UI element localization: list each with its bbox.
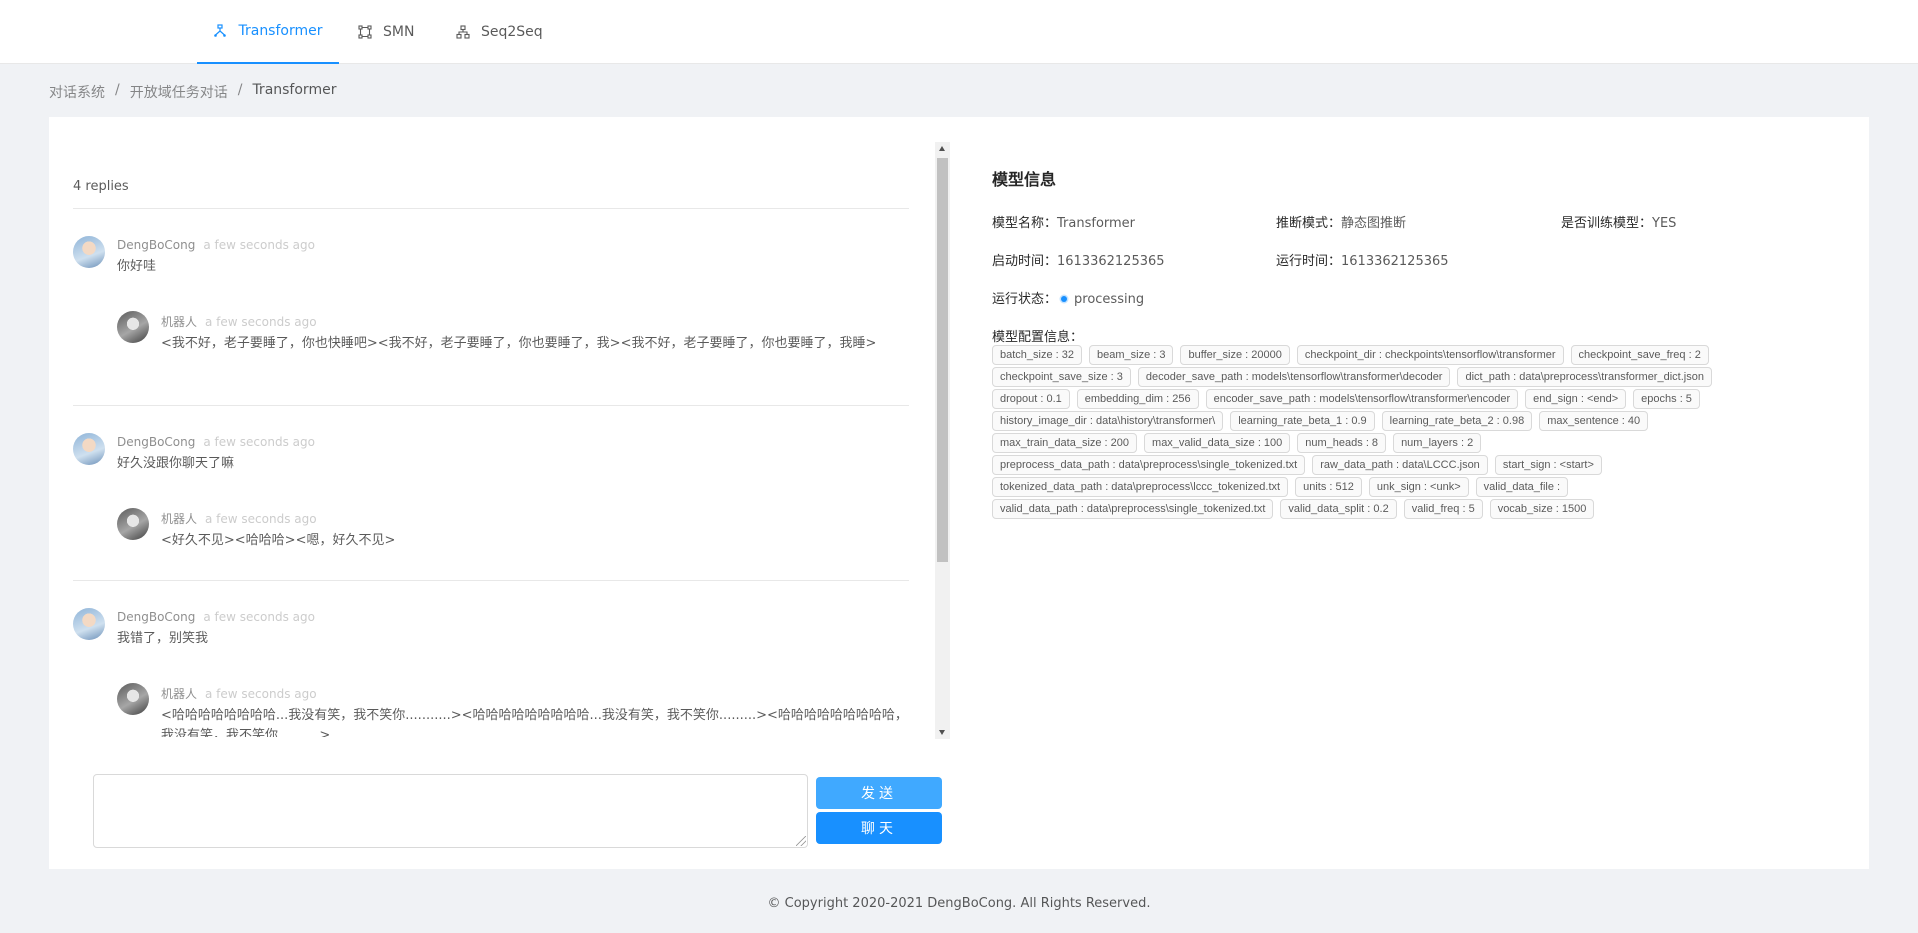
run-time: 运行时间：1613362125365 — [1276, 254, 1449, 269]
breadcrumb-current: Transformer — [252, 82, 337, 98]
comment-text: 我错了，别笑我 — [117, 631, 209, 646]
config-tag: max_valid_data_size : 100 — [1144, 433, 1291, 453]
config-tag: preprocess_data_path : data\preprocess\s… — [992, 455, 1306, 475]
chat-scrollbar[interactable] — [935, 142, 950, 739]
breadcrumb-item[interactable]: 开放域任务对话 — [130, 82, 228, 102]
chat-history[interactable]: 4 replies DengBoCong a few seconds ago 你好… — [73, 141, 917, 737]
config-tag: valid_data_split : 0.2 — [1280, 499, 1397, 519]
comment-time: a few seconds ago — [203, 238, 315, 252]
config-tag: tokenized_data_path : data\preprocess\lc… — [992, 477, 1289, 497]
config-tag: start_sign : <start> — [1494, 455, 1602, 475]
config-tag: dict_path : data\preprocess\transformer_… — [1457, 367, 1712, 387]
config-tag: units : 512 — [1295, 477, 1362, 497]
bot-avatar — [117, 508, 149, 540]
model-name: 模型名称：Transformer — [992, 216, 1136, 231]
infer-mode: 推断模式：静态图推断 — [1276, 216, 1407, 231]
status-dot-icon — [1061, 296, 1068, 302]
config-tag: dropout : 0.1 — [992, 389, 1070, 409]
config-tag: end_sign : <end> — [1525, 389, 1627, 409]
reply-time: a few seconds ago — [205, 315, 317, 329]
apartment-icon — [214, 24, 227, 37]
comment-text: 好久没跟你聊天了嘛 — [117, 456, 235, 471]
config-tag: checkpoint_dir : checkpoints\tensorflow\… — [1296, 345, 1564, 365]
config-tag: vocab_size : 1500 — [1489, 499, 1595, 519]
top-nav: Transformer SMN Seq2Seq — [0, 0, 1918, 64]
replies-count: 4 replies — [73, 179, 129, 194]
config-tag: num_layers : 2 — [1393, 433, 1482, 453]
avatar — [73, 236, 105, 268]
is-trained: 是否训练模型：YES — [1561, 216, 1677, 231]
config-tag: learning_rate_beta_1 : 0.9 — [1230, 411, 1375, 431]
scroll-down-arrow-icon[interactable] — [939, 730, 945, 735]
config-tag: num_heads : 8 — [1297, 433, 1387, 453]
scroll-up-arrow-icon[interactable] — [939, 146, 945, 151]
tab-label: SMN — [383, 24, 415, 40]
config-tag: encoder_save_path : models\tensorflow\tr… — [1205, 389, 1519, 409]
chat-input[interactable] — [93, 774, 808, 848]
config-tag: valid_freq : 5 — [1403, 499, 1483, 519]
config-tag: decoder_save_path : models\tensorflow\tr… — [1137, 367, 1451, 387]
config-tags: batch_size : 32 beam_size : 3 buffer_size … — [992, 345, 1792, 521]
comment-time: a few seconds ago — [203, 435, 315, 449]
config-tag: checkpoint_save_size : 3 — [992, 367, 1131, 387]
comment-author: DengBoCong a few seconds ago — [117, 238, 315, 252]
chat-button[interactable]: 聊天 — [816, 812, 942, 844]
model-info-title: 模型信息 — [992, 170, 1057, 189]
config-tag: raw_data_path : data\LCCC.json — [1312, 455, 1488, 475]
reply-time: a few seconds ago — [205, 512, 317, 526]
reply-time: a few seconds ago — [205, 687, 317, 701]
config-tag: embedding_dim : 256 — [1076, 389, 1199, 409]
status-badge: processing — [1074, 292, 1145, 307]
reply-author: 机器人 a few seconds ago — [161, 315, 317, 329]
config-tag: buffer_size : 20000 — [1180, 345, 1290, 365]
config-tag: max_sentence : 40 — [1539, 411, 1649, 431]
footer-copyright: © Copyright 2020-2021 DengBoCong. All Ri… — [767, 896, 1151, 911]
reply-author: 机器人 a few seconds ago — [161, 512, 317, 526]
breadcrumb-item[interactable]: 对话系统 — [49, 82, 105, 102]
tab-label: Transformer — [238, 23, 323, 39]
config-tag: checkpoint_save_freq : 2 — [1570, 345, 1709, 365]
breadcrumb: 对话系统 / 开放域任务对话 / Transformer — [49, 82, 337, 102]
config-tag: batch_size : 32 — [992, 345, 1082, 365]
tab-smn[interactable]: SMN — [358, 0, 414, 64]
tab-transformer[interactable]: Transformer — [197, 0, 339, 64]
cluster-icon — [456, 25, 470, 39]
config-tag: unk_sign : <unk> — [1368, 477, 1469, 497]
run-status: 运行状态： processing — [992, 292, 1145, 307]
tab-label: Seq2Seq — [481, 24, 543, 40]
comment-time: a few seconds ago — [203, 610, 315, 624]
start-time: 启动时间：1613362125365 — [992, 254, 1165, 269]
config-tag: valid_data_file : — [1475, 477, 1569, 497]
config-tag: epochs : 5 — [1633, 389, 1700, 409]
config-tag: history_image_dir : data\history\transfo… — [992, 411, 1224, 431]
scroll-thumb[interactable] — [937, 158, 948, 562]
config-tag: learning_rate_beta_2 : 0.98 — [1381, 411, 1533, 431]
reply-author: 机器人 a few seconds ago — [161, 687, 317, 701]
config-tag: beam_size : 3 — [1089, 345, 1174, 365]
reply-text: <我不好，老子要睡了，你也快睡吧><我不好，老子要睡了，你也要睡了，我><我不好… — [161, 336, 877, 351]
tab-seq2seq[interactable]: Seq2Seq — [456, 0, 543, 64]
node-expand-icon — [358, 25, 372, 39]
config-label: 模型配置信息： — [992, 330, 1084, 345]
bot-avatar — [117, 683, 149, 715]
avatar — [73, 433, 105, 465]
reply-text: <哈哈哈哈哈哈哈哈...我没有笑，我不笑你...........><哈哈哈哈哈哈… — [161, 708, 908, 737]
bot-avatar — [117, 311, 149, 343]
resize-grip-icon[interactable] — [796, 836, 806, 846]
comment-text: 你好哇 — [117, 259, 157, 274]
main-card: 4 replies DengBoCong a few seconds ago 你好… — [49, 117, 1869, 869]
config-tag: max_train_data_size : 200 — [992, 433, 1138, 453]
comment-author: DengBoCong a few seconds ago — [117, 610, 315, 624]
comment-author: DengBoCong a few seconds ago — [117, 435, 315, 449]
reply-text: <好久不见><哈哈哈><嗯，好久不见> — [161, 533, 396, 548]
config-tag: valid_data_path : data\preprocess\single… — [992, 499, 1274, 519]
send-button[interactable]: 发送 — [816, 777, 942, 809]
avatar — [73, 608, 105, 640]
